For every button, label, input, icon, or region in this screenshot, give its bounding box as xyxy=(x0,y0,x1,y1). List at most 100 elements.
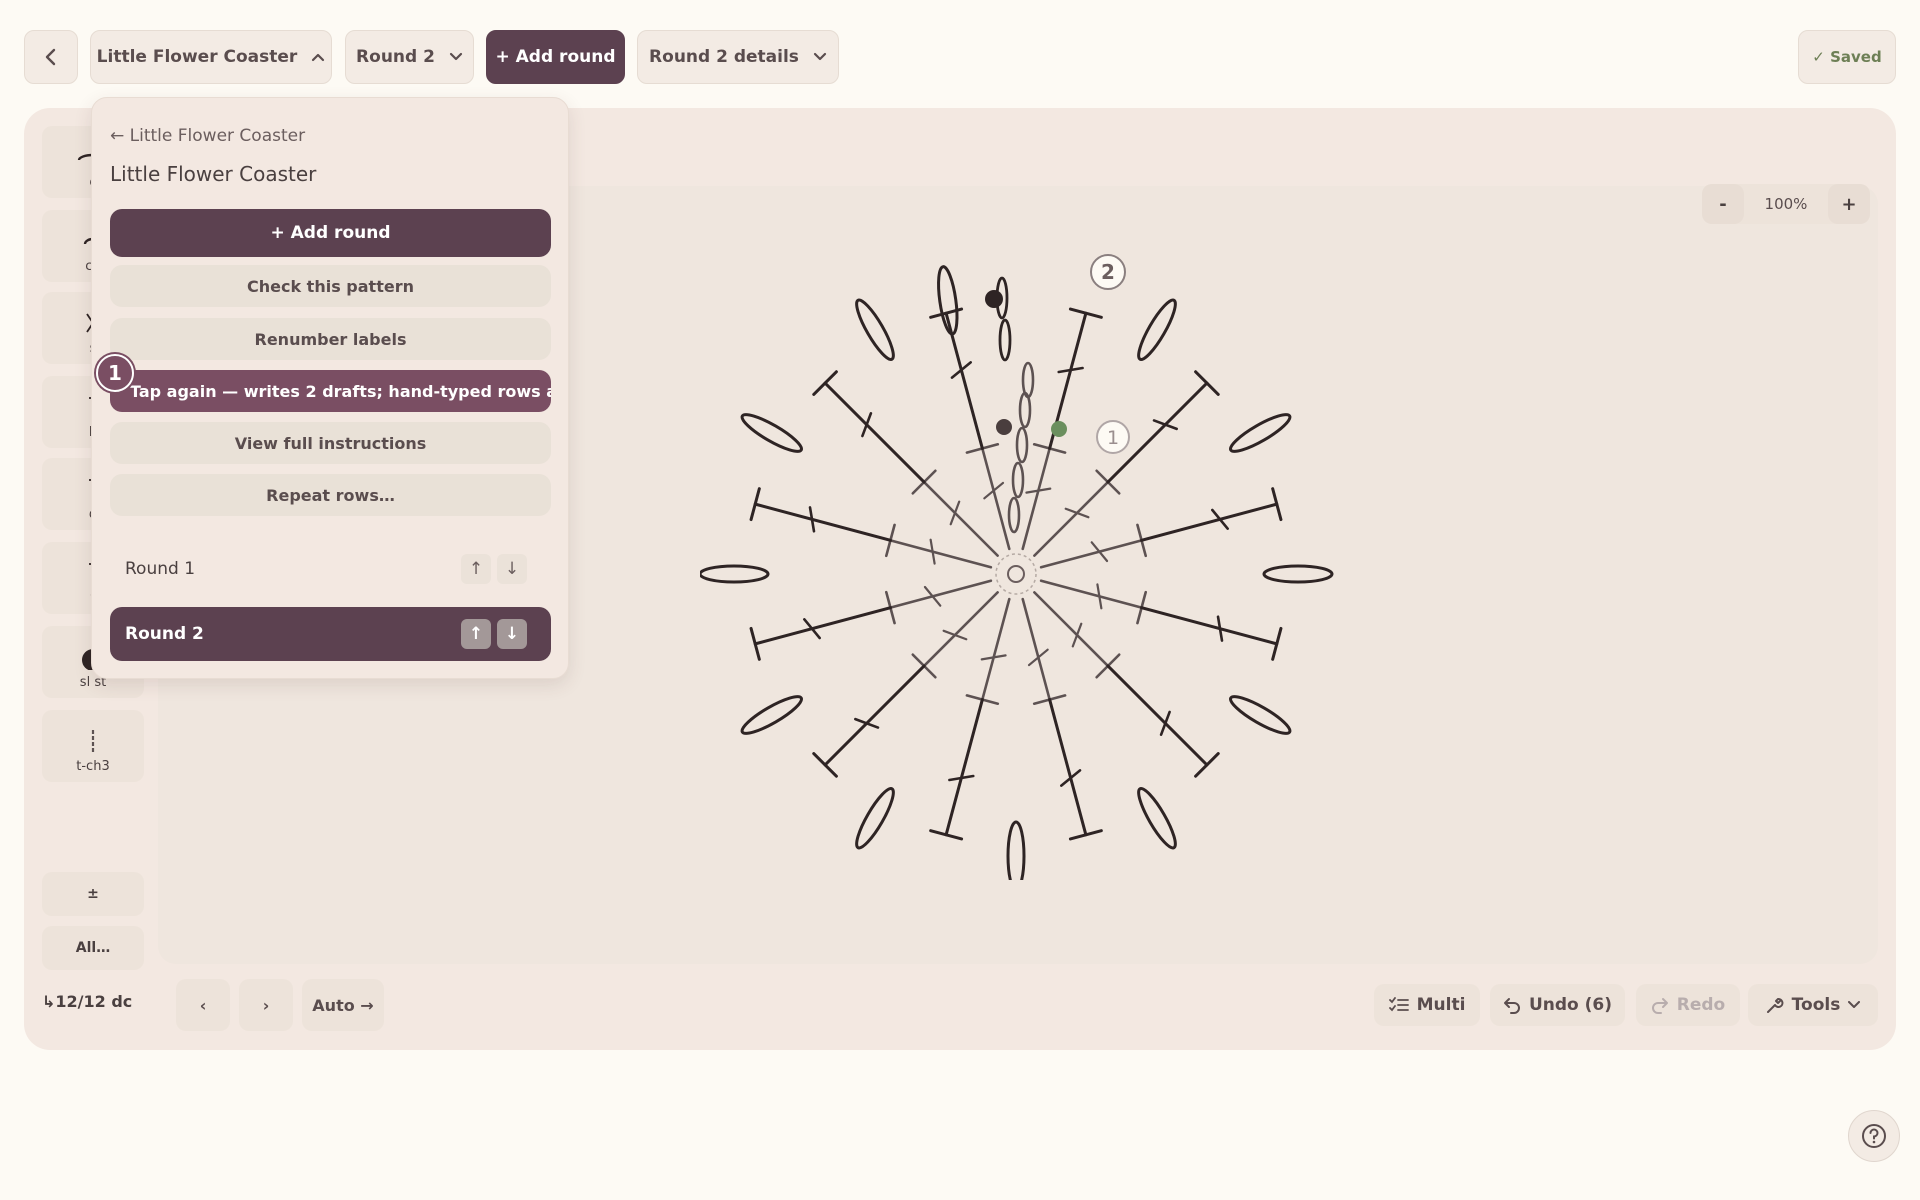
round1-dc-stitch-0[interactable] xyxy=(1021,447,1051,551)
project-title: Little Flower Coaster xyxy=(96,47,298,67)
tools-menu-button[interactable]: Tools xyxy=(1748,984,1878,1026)
all-stitches-button[interactable]: All… xyxy=(42,926,144,970)
round1-dc-stitch-9[interactable] xyxy=(889,539,993,569)
round2-dc-bar-1[interactable] xyxy=(1152,419,1178,431)
back-button[interactable] xyxy=(24,30,78,84)
round1-dc-bar-11[interactable] xyxy=(983,481,1005,500)
round1-dc-stitch-4[interactable] xyxy=(1033,591,1110,668)
round-row-2[interactable]: Round 2 ↑ ↓ xyxy=(110,607,551,661)
round2-dc-stitch-5[interactable] xyxy=(1048,698,1088,837)
round1-dc-bar-8[interactable] xyxy=(923,585,942,607)
round2-chain-5[interactable] xyxy=(1133,785,1181,852)
round1-dc-stitch-2[interactable] xyxy=(1039,539,1143,569)
round2-dc-stitch-7[interactable] xyxy=(823,664,926,767)
round-label-2[interactable]: 2 xyxy=(1090,254,1126,290)
round1-dc-stitch-6[interactable] xyxy=(981,597,1011,701)
turning-chain-1[interactable] xyxy=(1011,461,1025,499)
round1-dc-stitch-7[interactable] xyxy=(922,591,999,668)
project-menu-button[interactable]: Little Flower Coaster xyxy=(90,30,332,84)
multi-select-button[interactable]: Multi xyxy=(1374,984,1480,1026)
saved-status: ✓ Saved xyxy=(1798,30,1896,84)
round1-dc-stitch-10[interactable] xyxy=(922,480,999,557)
round2-dc-bar-4[interactable] xyxy=(1159,710,1171,736)
auto-advance-button[interactable]: Auto → xyxy=(302,979,384,1031)
round2-chain-1[interactable] xyxy=(1133,296,1181,363)
round-details-button[interactable]: Round 2 details xyxy=(637,30,839,84)
round2-chain-2[interactable] xyxy=(1227,409,1294,457)
round2-dc-stitch-9[interactable] xyxy=(753,502,892,542)
toggle-button[interactable]: ± xyxy=(42,872,144,916)
write-drafts-button[interactable]: Tap again — writes 2 drafts; hand-typed … xyxy=(110,370,551,412)
svg-text:2: 2 xyxy=(1101,260,1115,284)
next-stitch-button[interactable]: › xyxy=(239,979,293,1031)
svg-text:1: 1 xyxy=(1107,427,1119,449)
magic-ring[interactable] xyxy=(995,553,1037,595)
move-up-button[interactable]: ↑ xyxy=(461,554,491,584)
round2-dc-stitch-10[interactable] xyxy=(823,381,926,484)
round1-dc-bar-10[interactable] xyxy=(949,500,961,526)
dropdown-back-link[interactable]: ← Little Flower Coaster xyxy=(110,126,305,146)
renumber-labels-button[interactable]: Renumber labels xyxy=(110,318,551,360)
round2-dc-stitch-4[interactable] xyxy=(1106,664,1209,767)
slip-stitch-marker[interactable] xyxy=(985,290,1003,308)
zoom-level: 100% xyxy=(1764,195,1808,213)
current-stitch-marker[interactable] xyxy=(1051,421,1067,437)
round1-dc-stitch-3[interactable] xyxy=(1039,579,1143,609)
round2-chain-11[interactable] xyxy=(851,296,899,363)
round2-dc-bar-10[interactable] xyxy=(861,412,873,438)
move-down-button[interactable]: ↓ xyxy=(497,619,527,649)
round2-chain-4[interactable] xyxy=(1227,691,1294,739)
round1-dc-stitch-11[interactable] xyxy=(981,447,1011,551)
round1-dc-bar-4[interactable] xyxy=(1071,622,1083,648)
round2-chain-10[interactable] xyxy=(738,409,805,457)
round1-dc-bar-7[interactable] xyxy=(942,629,968,641)
round-row-1[interactable]: Round 1 ↑ ↓ xyxy=(110,542,551,596)
zoom-out-button[interactable]: - xyxy=(1702,184,1744,224)
turning-chain-4[interactable] xyxy=(1021,361,1035,399)
round-label-1[interactable]: 1 xyxy=(1096,420,1130,454)
dropdown-title: Little Flower Coaster xyxy=(110,162,317,186)
round1-dc-bar-1[interactable] xyxy=(1064,507,1090,519)
round2-chain-9[interactable] xyxy=(700,564,770,584)
redo-button[interactable]: Redo xyxy=(1636,984,1740,1026)
round-select[interactable]: Round 2 xyxy=(345,30,474,84)
round2-dc-bar-7[interactable] xyxy=(854,717,880,729)
redo-icon xyxy=(1651,998,1668,1014)
round-details-label: Round 2 details xyxy=(649,47,799,67)
chevron-down-icon xyxy=(813,52,827,62)
tool-turning-chain[interactable]: t-ch3 xyxy=(42,710,144,782)
zoom-in-button[interactable]: + xyxy=(1828,184,1870,224)
center-ring[interactable] xyxy=(1007,565,1025,583)
round2-dc-stitch-2[interactable] xyxy=(1140,502,1279,542)
turning-chain-top-1[interactable] xyxy=(998,318,1012,362)
repeat-rows-button[interactable]: Repeat rows… xyxy=(110,474,551,516)
turning-chain-0[interactable] xyxy=(1007,496,1021,534)
round2-chain-7[interactable] xyxy=(851,785,899,852)
project-dropdown: ← Little Flower Coaster Little Flower Co… xyxy=(91,97,569,679)
move-down-button[interactable]: ↓ xyxy=(497,554,527,584)
round2-chain-3[interactable] xyxy=(1262,564,1334,584)
round1-dc-bar-5[interactable] xyxy=(1027,648,1049,667)
move-up-button[interactable]: ↑ xyxy=(461,619,491,649)
crochet-chart[interactable]: 2 1 xyxy=(700,240,1340,880)
round2-dc-stitch-6[interactable] xyxy=(944,698,984,837)
chevron-down-icon xyxy=(1848,1001,1861,1008)
undo-button[interactable]: Undo (6) xyxy=(1490,984,1625,1026)
round2-chain-6[interactable] xyxy=(1006,820,1026,880)
round1-slip-stitch[interactable] xyxy=(996,419,1012,435)
previous-stitch-button[interactable]: ‹ xyxy=(176,979,230,1031)
dropdown-add-round-button[interactable]: + Add round xyxy=(110,209,551,257)
round1-dc-stitch-5[interactable] xyxy=(1021,597,1051,701)
round1-dc-stitch-1[interactable] xyxy=(1033,480,1110,557)
round2-dc-stitch-3[interactable] xyxy=(1140,606,1279,646)
round2-chain-8[interactable] xyxy=(738,691,805,739)
help-button[interactable] xyxy=(1848,1110,1900,1162)
add-round-button[interactable]: + Add round xyxy=(486,30,625,84)
round2-dc-stitch-8[interactable] xyxy=(753,606,892,646)
turning-chain-2[interactable] xyxy=(1015,426,1029,464)
tip-badge: 1 xyxy=(96,354,134,392)
check-pattern-button[interactable]: Check this pattern xyxy=(110,265,551,307)
round1-dc-bar-2[interactable] xyxy=(1090,541,1109,563)
round1-dc-stitch-8[interactable] xyxy=(889,579,993,609)
view-instructions-button[interactable]: View full instructions xyxy=(110,422,551,464)
